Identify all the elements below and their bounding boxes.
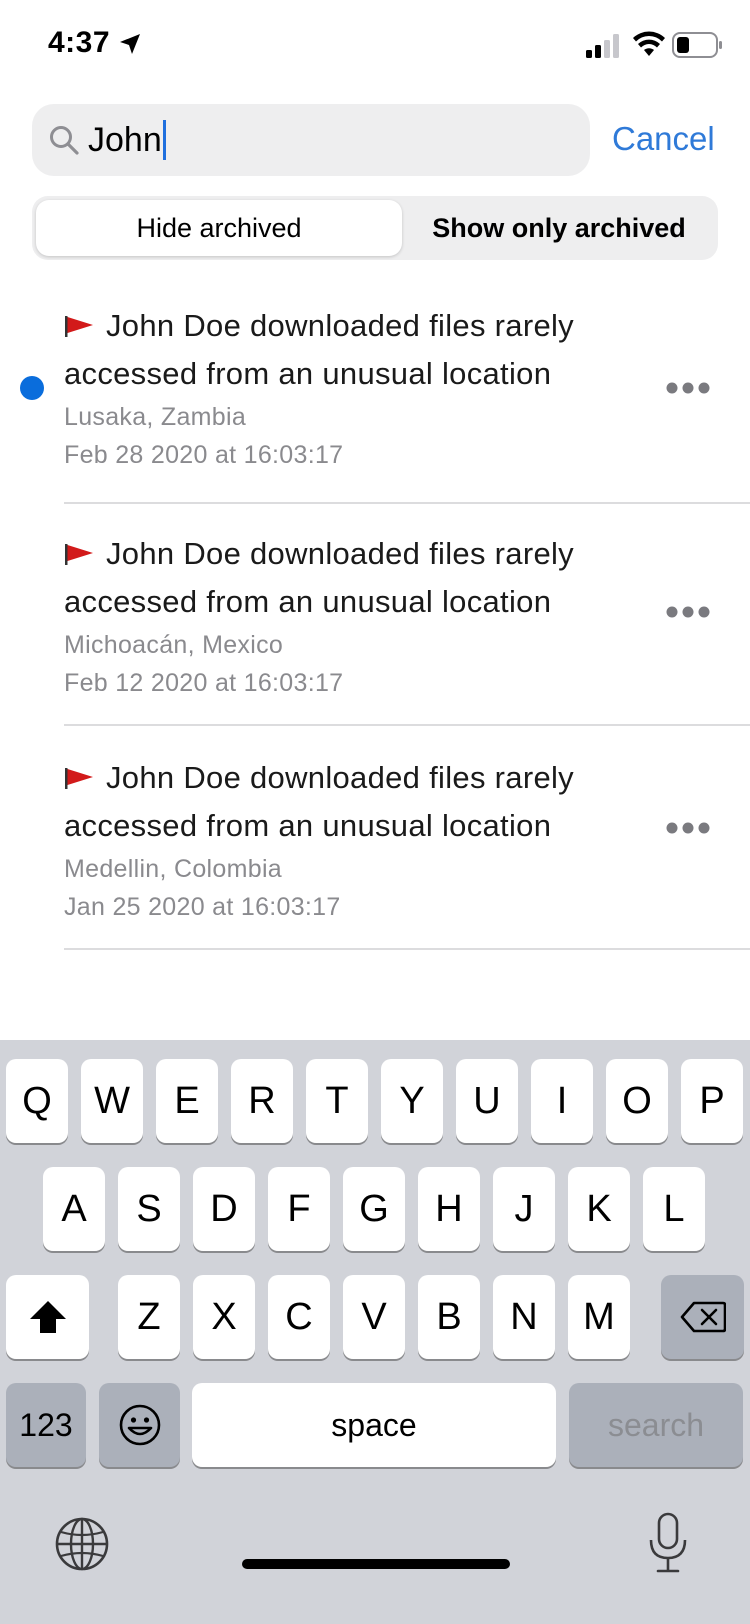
alert-location: Medellin, Colombia	[64, 855, 282, 883]
flag-icon	[65, 316, 93, 337]
unread-indicator	[20, 376, 44, 400]
status-time: 4:37	[48, 26, 111, 59]
key-l[interactable]: L	[643, 1167, 705, 1251]
key-t[interactable]: T	[306, 1059, 368, 1143]
alert-timestamp: Feb 12 2020 at 16:03:17	[64, 669, 344, 697]
key-a[interactable]: A	[43, 1167, 105, 1251]
flag-icon	[65, 544, 93, 565]
key-c[interactable]: C	[268, 1275, 330, 1359]
status-bar: 4:37	[0, 0, 750, 92]
key-z[interactable]: Z	[118, 1275, 180, 1359]
battery-icon	[672, 32, 722, 58]
list-divider	[64, 948, 750, 950]
backspace-key[interactable]	[661, 1275, 744, 1359]
alert-title: John Doe downloaded files rarely accesse…	[64, 302, 644, 398]
key-h[interactable]: H	[418, 1167, 480, 1251]
cancel-button[interactable]: Cancel	[612, 114, 715, 164]
globe-icon[interactable]	[54, 1516, 110, 1572]
alert-title-text: John Doe downloaded files rarely accesse…	[64, 536, 574, 619]
alert-location: Lusaka, Zambia	[64, 403, 247, 431]
key-q[interactable]: Q	[6, 1059, 68, 1143]
alert-timestamp: Feb 28 2020 at 16:03:17	[64, 441, 344, 469]
key-g[interactable]: G	[343, 1167, 405, 1251]
alert-title-text: John Doe downloaded files rarely accesse…	[64, 308, 574, 391]
key-r[interactable]: R	[231, 1059, 293, 1143]
alert-list-item[interactable]: John Doe downloaded files rarely accesse…	[0, 752, 750, 950]
location-arrow-icon	[120, 34, 140, 54]
key-j[interactable]: J	[493, 1167, 555, 1251]
archive-filter-segmented-control: Hide archived Show only archived	[32, 196, 718, 260]
list-divider	[64, 724, 750, 726]
shift-key[interactable]	[6, 1275, 89, 1359]
list-divider	[64, 502, 750, 504]
more-options-icon[interactable]	[664, 376, 712, 400]
alert-location: Michoacán, Mexico	[64, 631, 284, 659]
space-key[interactable]: space	[192, 1383, 556, 1467]
segment-hide-archived[interactable]: Hide archived	[36, 200, 402, 256]
key-d[interactable]: D	[193, 1167, 255, 1251]
search-icon	[50, 126, 79, 155]
key-p[interactable]: P	[681, 1059, 743, 1143]
key-u[interactable]: U	[456, 1059, 518, 1143]
flag-icon	[65, 768, 93, 789]
cellular-signal-icon	[586, 34, 619, 58]
alert-title: John Doe downloaded files rarely accesse…	[64, 530, 644, 626]
key-i[interactable]: I	[531, 1059, 593, 1143]
key-v[interactable]: V	[343, 1275, 405, 1359]
emoji-key[interactable]	[99, 1383, 180, 1467]
key-y[interactable]: Y	[381, 1059, 443, 1143]
home-indicator[interactable]	[242, 1559, 510, 1569]
numbers-key[interactable]: 123	[6, 1383, 86, 1467]
emoji-icon	[119, 1404, 160, 1446]
segment-show-only-archived[interactable]: Show only archived	[406, 200, 712, 256]
alert-list-item[interactable]: John Doe downloaded files rarely accesse…	[0, 528, 750, 726]
search-return-key[interactable]: search	[569, 1383, 743, 1467]
key-e[interactable]: E	[156, 1059, 218, 1143]
key-o[interactable]: O	[606, 1059, 668, 1143]
shift-arrow-icon	[29, 1301, 66, 1333]
alert-list-item[interactable]: John Doe downloaded files rarely accesse…	[0, 300, 750, 504]
key-k[interactable]: K	[568, 1167, 630, 1251]
search-field[interactable]: John	[32, 104, 590, 176]
more-options-icon[interactable]	[664, 600, 712, 624]
delete-backward-icon	[680, 1301, 726, 1333]
search-input[interactable]: John	[88, 116, 166, 164]
key-x[interactable]: X	[193, 1275, 255, 1359]
alert-title: John Doe downloaded files rarely accesse…	[64, 754, 644, 850]
key-m[interactable]: M	[568, 1275, 630, 1359]
key-b[interactable]: B	[418, 1275, 480, 1359]
text-cursor	[162, 120, 166, 160]
microphone-icon[interactable]	[648, 1512, 688, 1574]
search-query-text: John	[88, 121, 162, 159]
on-screen-keyboard: Q W E R T Y U I O P A S D F G H J K L Z …	[0, 1040, 750, 1624]
key-s[interactable]: S	[118, 1167, 180, 1251]
more-options-icon[interactable]	[664, 816, 712, 840]
key-w[interactable]: W	[81, 1059, 143, 1143]
alert-timestamp: Jan 25 2020 at 16:03:17	[64, 893, 341, 921]
key-n[interactable]: N	[493, 1275, 555, 1359]
wifi-icon	[633, 31, 665, 56]
alert-title-text: John Doe downloaded files rarely accesse…	[64, 760, 574, 843]
key-f[interactable]: F	[268, 1167, 330, 1251]
